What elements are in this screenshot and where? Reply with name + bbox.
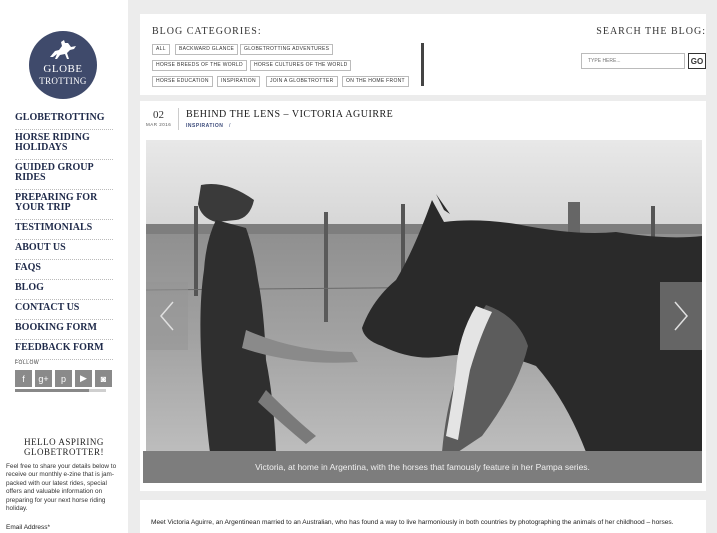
- social-icons: f g+ p ▶ ◙: [15, 370, 112, 387]
- nav-item-faqs[interactable]: FAQs: [15, 262, 113, 280]
- nav-item-contact-us[interactable]: Contact Us: [15, 302, 113, 320]
- slider-next-button[interactable]: [660, 282, 702, 350]
- category-horse-education[interactable]: HORSE EDUCATION: [152, 76, 213, 87]
- nav-item-blog[interactable]: Blog: [15, 282, 113, 300]
- nav-item-booking-form[interactable]: Booking Form: [15, 322, 113, 340]
- post-category-link[interactable]: INSPIRATION: [186, 123, 223, 129]
- category-backward-glance[interactable]: BACKWARD GLANCE: [175, 44, 239, 55]
- nav-item-feedback-form[interactable]: Feedback Form: [15, 342, 113, 360]
- newsletter-text: Feel free to share your details below to…: [6, 463, 117, 513]
- horse-rider-icon: [50, 40, 76, 59]
- category-horse-breeds[interactable]: HORSE BREEDS OF THE WORLD: [152, 60, 247, 71]
- category-inspiration[interactable]: INSPIRATION: [217, 76, 260, 87]
- search-go-button[interactable]: GO: [688, 53, 706, 69]
- logo-text-trotting: TROTTING: [39, 76, 87, 86]
- photo-scene: [146, 140, 702, 452]
- post-title[interactable]: BEHIND THE LENS – VICTORIA AGUIRRE: [186, 109, 393, 120]
- search-input[interactable]: [581, 53, 685, 69]
- nav-item-globetrotting[interactable]: Globetrotting: [15, 112, 113, 130]
- categories-scrollbar[interactable]: [421, 43, 424, 86]
- blog-header: BLOG CATEGORIES: ALL BACKWARD GLANCE GLO…: [140, 14, 706, 95]
- categories-scrollbar-thumb[interactable]: [421, 43, 424, 86]
- category-all[interactable]: ALL: [152, 44, 170, 55]
- pinterest-icon[interactable]: p: [55, 370, 72, 387]
- nav-item-about-us[interactable]: About Us: [15, 242, 113, 260]
- post-date-day: 02: [153, 109, 164, 121]
- post-body-text: Meet Victoria Aguirre, an Argentinean ma…: [151, 519, 674, 526]
- categories-title: BLOG CATEGORIES:: [152, 26, 262, 37]
- post-photo: [146, 140, 702, 452]
- main-nav: Globetrotting Horse Riding Holidays Guid…: [15, 112, 113, 362]
- photo-caption: Victoria, at home in Argentina, with the…: [143, 451, 702, 483]
- search-title: SEARCH THE BLOG:: [596, 26, 706, 37]
- slider-prev-button[interactable]: [146, 282, 188, 350]
- nav-item-preparing-for-your-trip[interactable]: Preparing for your trip: [15, 192, 113, 220]
- nav-item-guided-group-rides[interactable]: Guided Group Rides: [15, 162, 113, 190]
- category-on-the-home-front[interactable]: ON THE HOME FRONT: [342, 76, 409, 87]
- category-globetrotting-adventures[interactable]: GLOBETROTTING ADVENTURES: [240, 44, 334, 55]
- post-category-separator: /: [229, 123, 231, 129]
- facebook-icon[interactable]: f: [15, 370, 32, 387]
- newsletter-title: HELLO ASPIRING GLOBETROTTER!: [24, 437, 104, 457]
- social-scrollbar-thumb[interactable]: [15, 389, 89, 392]
- google-plus-icon[interactable]: g+: [35, 370, 52, 387]
- follow-label: FOLLOW: [15, 360, 40, 366]
- category-join-a-globetrotter[interactable]: JOIN A GLOBETROTTER: [266, 76, 338, 87]
- date-divider: [178, 108, 179, 130]
- logo-text-globe: GLOBE: [43, 63, 83, 75]
- post-body: Meet Victoria Aguirre, an Argentinean ma…: [140, 500, 706, 533]
- email-label: Email Address*: [6, 524, 51, 531]
- newsletter-panel: HELLO ASPIRING GLOBETROTTER! Feel free t…: [0, 423, 128, 533]
- nav-item-testimonials[interactable]: Testimonials: [15, 222, 113, 240]
- social-scrollbar[interactable]: [15, 389, 106, 392]
- chevron-left-icon: [160, 301, 174, 331]
- instagram-icon[interactable]: ◙: [95, 370, 112, 387]
- category-horse-cultures[interactable]: HORSE CULTURES OF THE WORLD: [250, 60, 352, 71]
- post-date-month: MAR 2016: [146, 122, 172, 127]
- globetrotting-logo[interactable]: GLOBE TROTTING: [29, 31, 97, 99]
- chevron-right-icon: [674, 301, 688, 331]
- nav-item-horse-riding-holidays[interactable]: Horse Riding Holidays: [15, 132, 113, 160]
- youtube-icon[interactable]: ▶: [75, 370, 92, 387]
